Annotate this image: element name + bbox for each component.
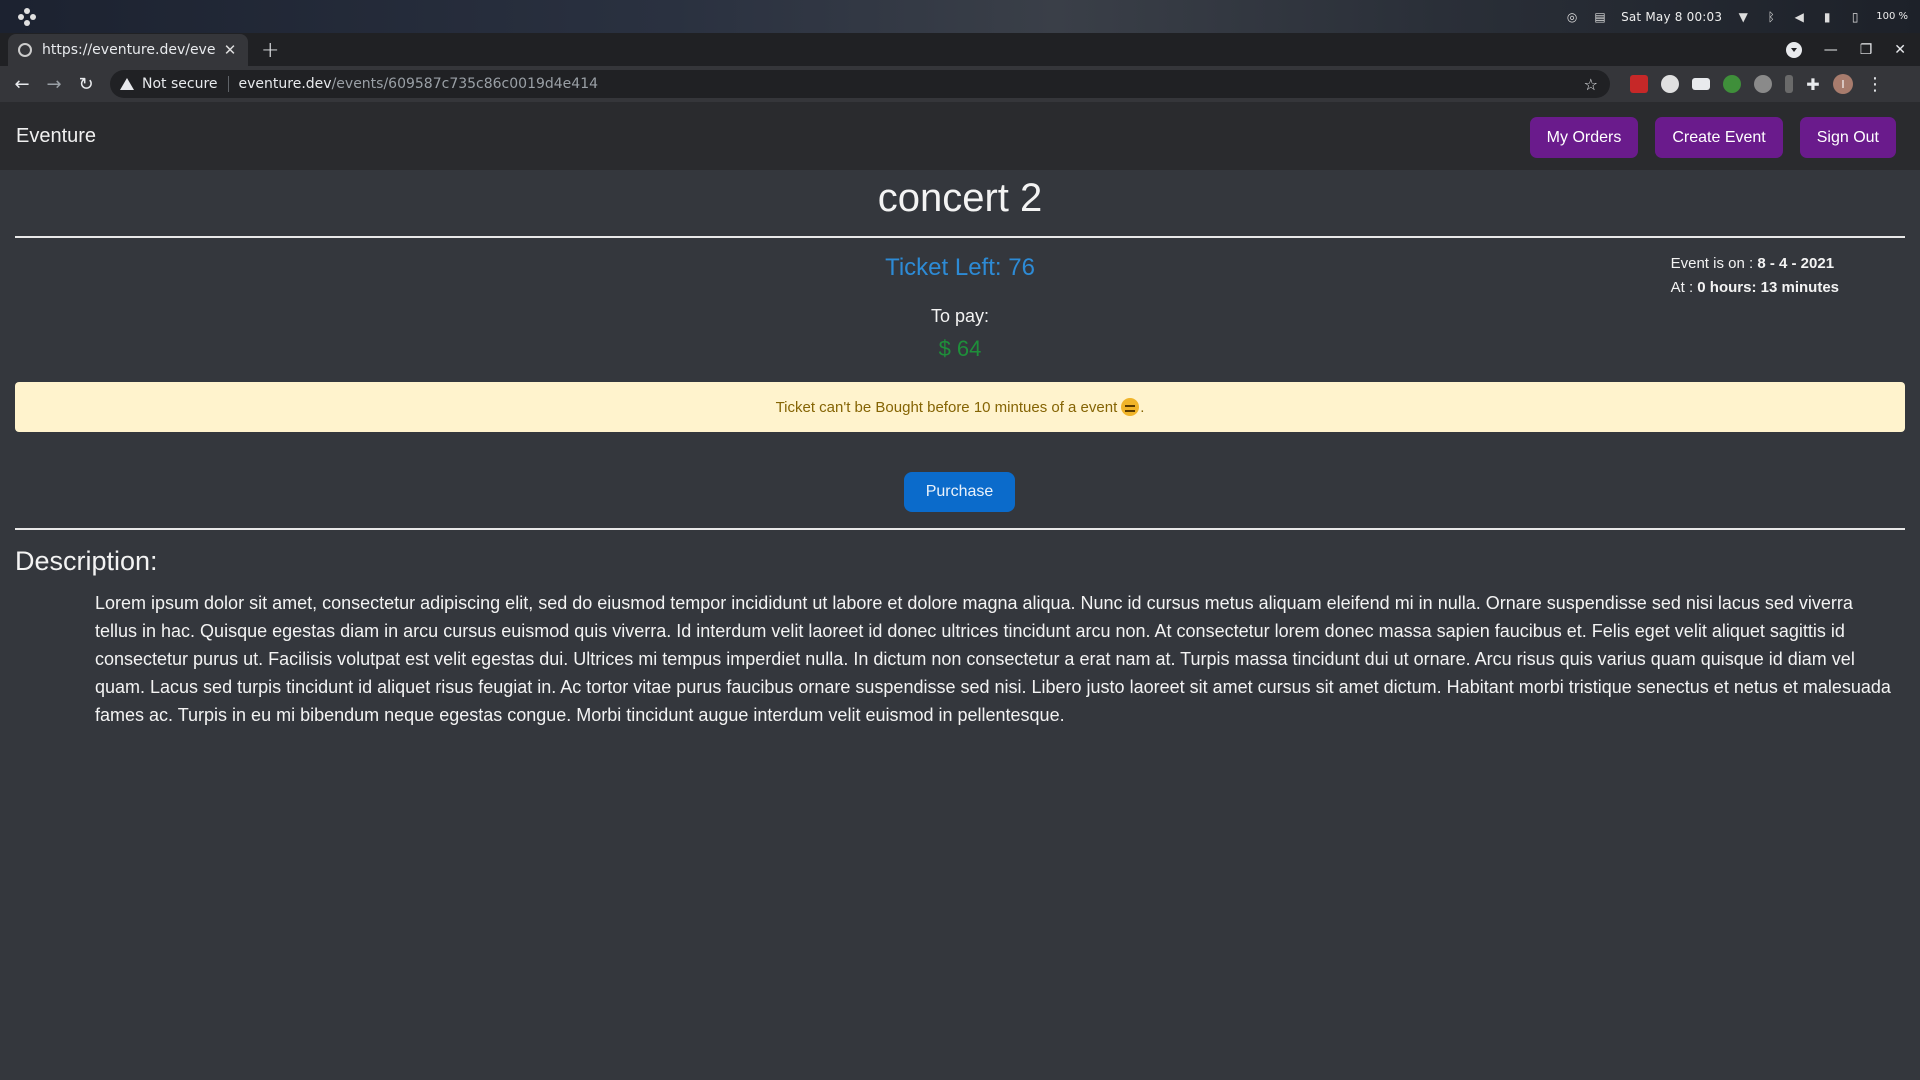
forward-icon[interactable]: →	[38, 68, 70, 100]
minimize-icon[interactable]: —	[1824, 42, 1838, 58]
alert-suffix: .	[1140, 398, 1145, 416]
event-page: concert 2	[15, 170, 1905, 238]
extension-bottle-icon[interactable]	[1785, 75, 1793, 93]
purchase-button[interactable]: Purchase	[904, 472, 1015, 512]
address-bar[interactable]: Not secure eventure.dev /events/609587c7…	[110, 70, 1610, 98]
browser-tab[interactable]: https://eventure.dev/eve ✕	[8, 34, 248, 66]
activities-icon[interactable]	[18, 8, 36, 26]
tickets-left: Ticket Left: 76	[885, 254, 1035, 281]
extension-tree-icon[interactable]	[1723, 75, 1741, 93]
steam-icon[interactable]: ◎	[1565, 10, 1579, 24]
divider	[15, 236, 1905, 238]
new-tab-button[interactable]: +	[261, 38, 279, 63]
event-time: At : 0 hours: 13 minutes	[1670, 279, 1839, 296]
close-window-icon[interactable]: ✕	[1894, 42, 1906, 58]
to-pay-label: To pay:	[930, 306, 990, 326]
not-secure-label[interactable]: Not secure	[142, 76, 218, 92]
sign-out-button[interactable]: Sign Out	[1799, 117, 1896, 158]
event-schedule: Event is on : 8 - 4 - 2021 At : 0 hours:…	[1671, 252, 1839, 300]
restore-icon[interactable]: ❐	[1860, 42, 1873, 58]
profile-avatar[interactable]: I	[1833, 74, 1853, 94]
battery-icon[interactable]: ▯	[1848, 10, 1862, 24]
tab-close-icon[interactable]: ✕	[222, 41, 238, 59]
extension-a-icon[interactable]	[1754, 75, 1772, 93]
reload-icon[interactable]: ↻	[70, 68, 102, 100]
app-navbar: Eventure My Orders Create Event Sign Out	[0, 102, 1920, 170]
browser-toolbar: ← → ↻ Not secure eventure.dev /events/60…	[0, 66, 1920, 102]
event-title: concert 2	[877, 176, 1043, 220]
extensions-puzzle-icon[interactable]: ✚	[1806, 75, 1820, 94]
brand-logo[interactable]: Eventure	[16, 125, 96, 148]
tab-title: https://eventure.dev/eve	[42, 42, 216, 58]
bluetooth-icon[interactable]: ᛒ	[1764, 10, 1778, 24]
url-path: /events/609587c735c86c0019d4e414	[331, 76, 599, 92]
extension-folder-icon[interactable]	[1692, 78, 1710, 90]
os-top-bar: ◎ ▤ Sat May 8 00:03 ▼ ᛒ ◀ ▮ ▯ 100 %	[0, 0, 1920, 33]
extension-red-icon[interactable]	[1630, 75, 1648, 93]
disappointed-face-icon	[1121, 398, 1140, 416]
create-event-button[interactable]: Create Event	[1655, 117, 1783, 158]
browser-menu-icon[interactable]: ⋮	[1866, 74, 1884, 95]
back-icon[interactable]: ←	[6, 68, 38, 100]
microphone-icon[interactable]: ▮	[1820, 10, 1834, 24]
purchase-warning-alert: Ticket can't be Bought before 10 mintues…	[15, 382, 1905, 432]
browser-tab-strip: https://eventure.dev/eve ✕ + — ❐ ✕	[0, 33, 1920, 66]
battery-percent[interactable]: 100 %	[1876, 11, 1908, 22]
tab-favicon-icon	[18, 43, 32, 57]
event-description: Lorem ipsum dolor sit amet, consectetur …	[95, 593, 1891, 725]
tab-search-icon[interactable]	[1785, 41, 1802, 58]
event-price: $ 64	[938, 336, 982, 361]
divider	[15, 528, 1905, 530]
alert-text: Ticket can't be Bought before 10 mintues…	[775, 398, 1118, 416]
url-host: eventure.dev	[238, 76, 332, 92]
wifi-icon[interactable]: ▼	[1736, 10, 1750, 24]
event-date: Event is on : 8 - 4 - 2021	[1670, 255, 1835, 272]
clock[interactable]: Sat May 8 00:03	[1621, 10, 1722, 24]
my-orders-button[interactable]: My Orders	[1529, 117, 1639, 158]
description-heading: Description:	[15, 546, 158, 576]
warning-icon	[120, 78, 134, 90]
volume-icon[interactable]: ◀	[1792, 10, 1806, 24]
extension-circle-icon[interactable]	[1661, 75, 1679, 93]
tray-app-icon[interactable]: ▤	[1593, 10, 1607, 24]
bookmark-star-icon[interactable]: ☆	[1584, 75, 1598, 94]
